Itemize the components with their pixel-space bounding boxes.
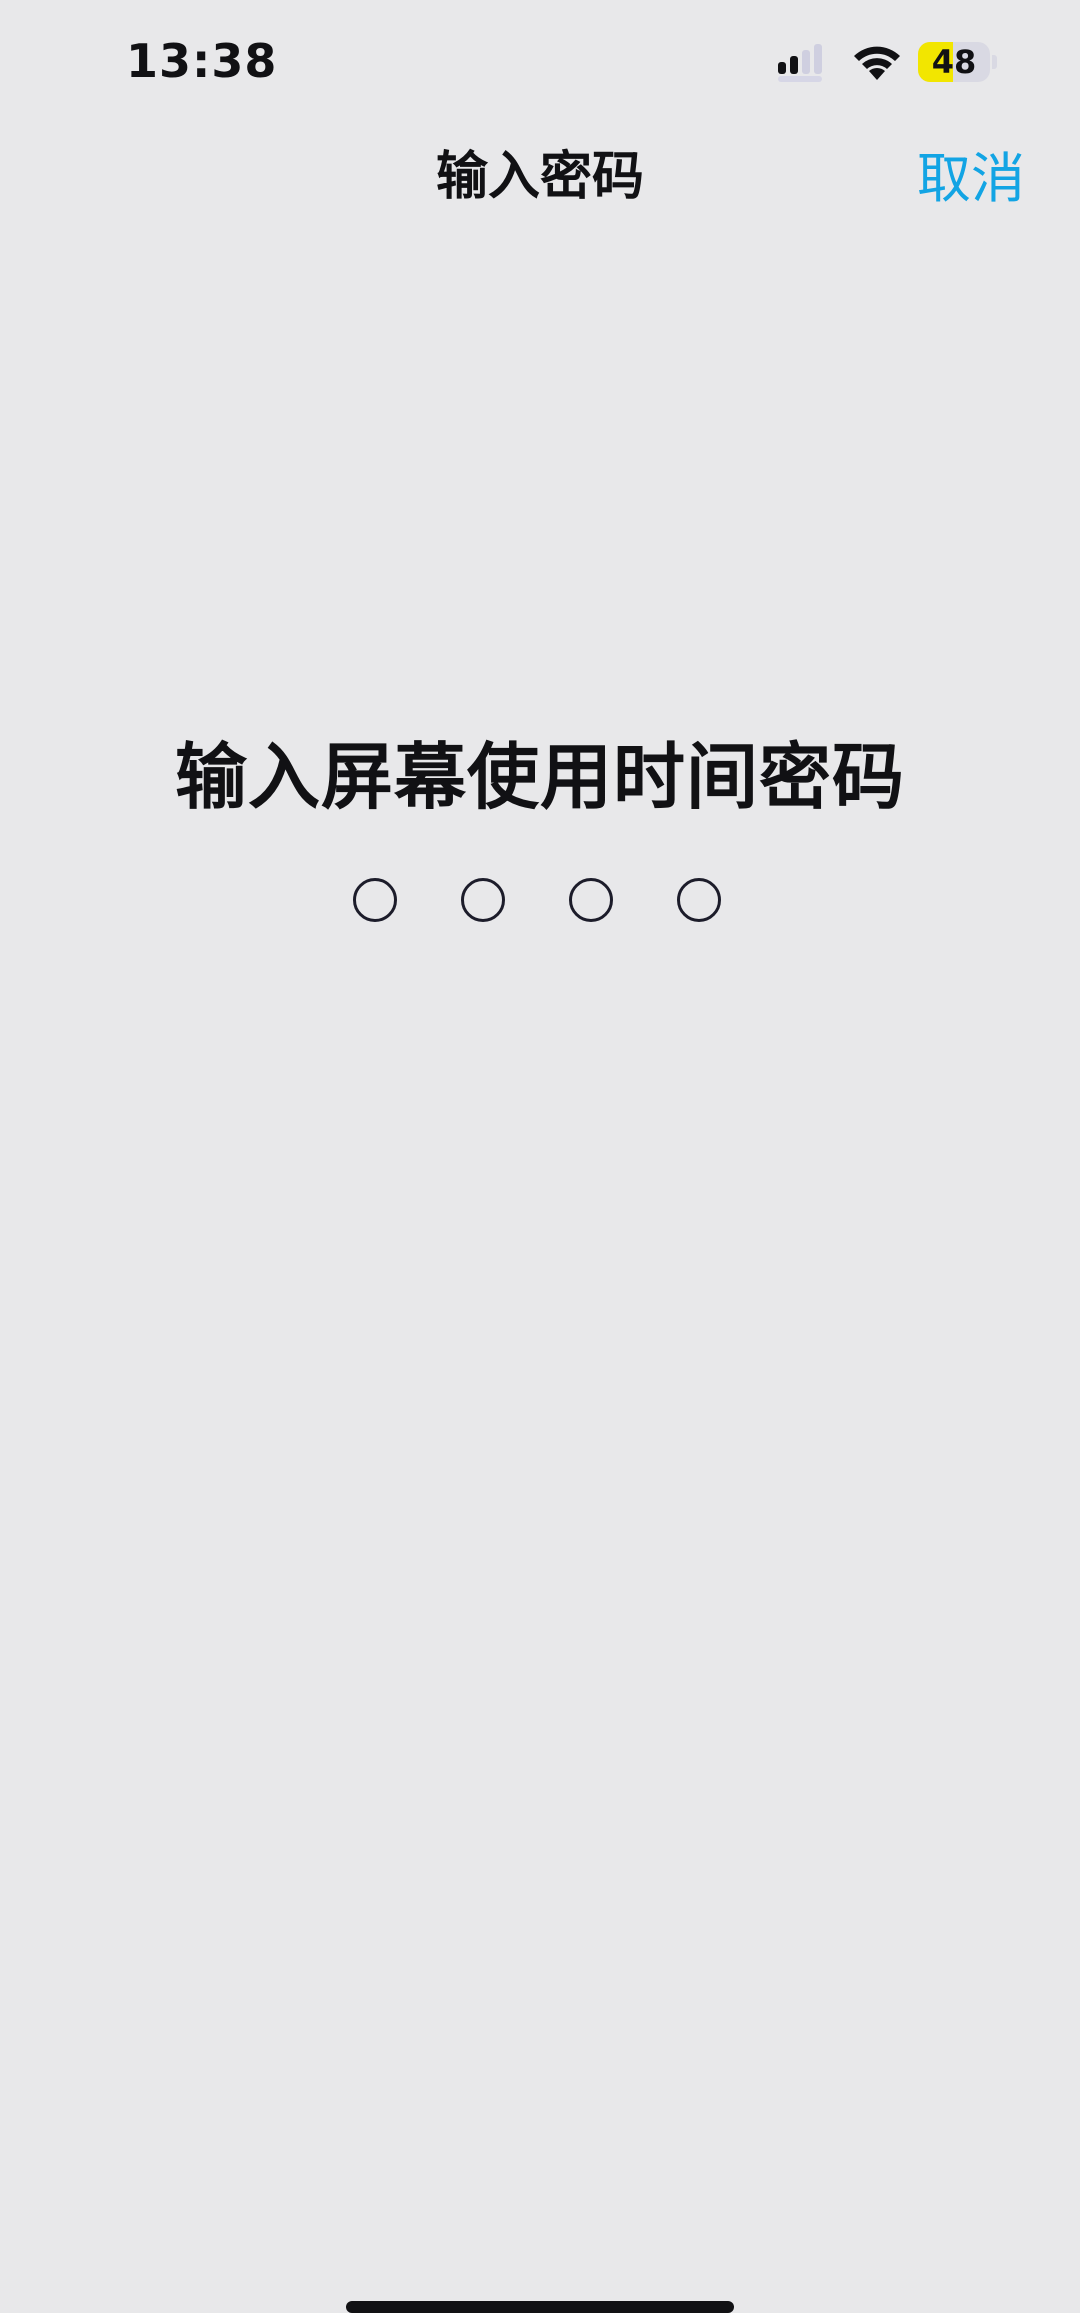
passcode-dot [461, 878, 505, 922]
passcode-dot [353, 878, 397, 922]
passcode-dot [569, 878, 613, 922]
passcode-dot [677, 878, 721, 922]
navigation-bar: 输入密码 取消 [0, 130, 1080, 210]
wifi-icon [854, 46, 900, 80]
battery-cap [992, 55, 997, 69]
passcode-prompt: 输入屏幕使用时间密码 [174, 735, 905, 819]
battery-body: 48 [918, 42, 990, 82]
cellular-signal-icon [778, 44, 822, 82]
battery-level: 48 [931, 43, 977, 81]
status-time: 13:38 [126, 34, 278, 88]
home-indicator[interactable] [346, 2301, 734, 2313]
cancel-button[interactable]: 取消 [917, 134, 1025, 213]
status-bar: 13:38 48 [0, 0, 1080, 130]
battery-icon: 48 [918, 42, 998, 82]
passcode-input[interactable] [353, 878, 727, 928]
